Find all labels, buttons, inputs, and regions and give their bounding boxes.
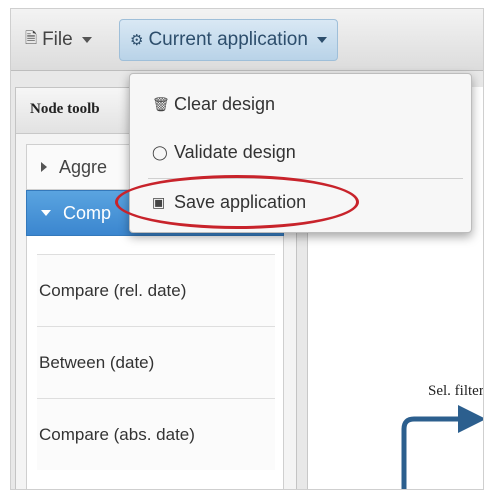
file-icon: 🗎 [25, 29, 38, 47]
caret-right-icon [41, 162, 47, 172]
node-between-date[interactable]: Between (date) [37, 326, 275, 398]
node-compare-rel-date[interactable]: Compare (rel. date) [37, 254, 275, 326]
highlight-ring [115, 175, 359, 229]
node-label: Compare (rel. date) [39, 280, 187, 300]
gear-icon: ⚙ [130, 32, 144, 49]
chevron-down-icon [316, 37, 327, 43]
chevron-down-icon [81, 37, 92, 43]
validate-design-label: Validate design [174, 141, 296, 162]
node-label: Compare (abs. date) [39, 424, 195, 444]
app-window: 🗎 File ⚙ Current application Node toolb … [10, 8, 484, 490]
trash-icon: 🗑 [152, 95, 170, 112]
validate-design-menu-item[interactable]: ◯ Validate design [130, 128, 471, 176]
lightbulb-icon: ◯ [152, 143, 168, 160]
current-application-menu-button[interactable]: ⚙ Current application [119, 19, 338, 61]
clear-design-menu-item[interactable]: 🗑 Clear design [130, 80, 471, 128]
clear-design-label: Clear design [174, 93, 276, 114]
accordion-aggregation-label: Aggre [59, 156, 108, 177]
file-menu-label: File [42, 29, 73, 50]
node-compare-abs-date[interactable]: Compare (abs. date) [37, 398, 275, 470]
caret-down-icon [41, 210, 51, 216]
top-toolbar: 🗎 File ⚙ Current application [11, 9, 483, 71]
file-menu-button[interactable]: 🗎 File [15, 19, 102, 61]
node-label: Between (date) [39, 352, 155, 372]
current-application-label: Current application [148, 29, 308, 50]
node-list: Compare (rel. date) Between (date) Compa… [26, 236, 284, 489]
accordion-compare-label: Comp [63, 202, 112, 223]
